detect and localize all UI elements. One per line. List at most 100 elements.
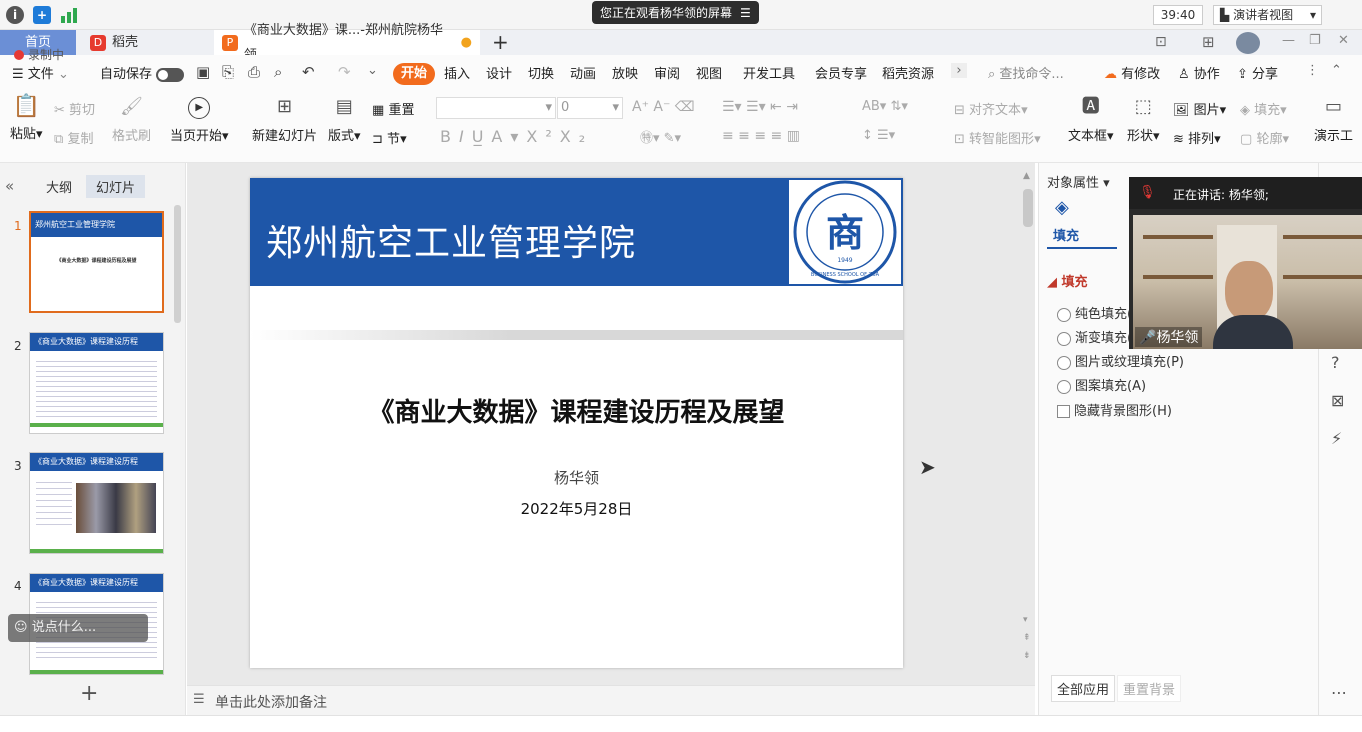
- speaker-video[interactable]: 🎙 正在讲话: 杨华领; 🎤杨华领: [1129, 177, 1362, 349]
- redo-icon[interactable]: ↷: [338, 63, 351, 81]
- slide-thumbnail-1[interactable]: 郑州航空工业管理学院 《商业大数据》课程建设历程及展望: [29, 211, 164, 313]
- info-icon[interactable]: i: [6, 6, 24, 24]
- slide-title[interactable]: 《商业大数据》课程建设历程及展望: [250, 392, 903, 429]
- toggle-switch[interactable]: [156, 67, 185, 82]
- add-slide-button[interactable]: +: [80, 681, 98, 706]
- text-format-icons[interactable]: BIU̲A▾X²X₂: [440, 127, 593, 146]
- present-tools-button[interactable]: ▭ 演示工: [1314, 97, 1353, 145]
- arrange-button[interactable]: ≋ 排列▾: [1173, 128, 1221, 147]
- new-slide-button[interactable]: ⊞ 新建幻灯片: [252, 97, 317, 145]
- menu-item-daoke-resources[interactable]: 稻壳资源: [882, 63, 934, 82]
- reset-button[interactable]: ▦ 重置: [372, 99, 414, 118]
- align-text-button[interactable]: ⊟ 对齐文本▾: [954, 99, 1028, 118]
- slide-date[interactable]: 2022年5月28日: [250, 498, 903, 519]
- page-nav-icons[interactable]: ▾ ⇞ ⇟: [1023, 611, 1031, 665]
- picture-button[interactable]: 🖼 图片▾: [1173, 99, 1226, 118]
- close-icon[interactable]: ✕: [1338, 33, 1349, 48]
- undo-icon[interactable]: ↶: [302, 63, 315, 81]
- collapse-ribbon-icon[interactable]: ⌃: [1331, 63, 1342, 78]
- menu-item-member[interactable]: 会员专享: [815, 63, 867, 82]
- file-menu[interactable]: ☰ 文件 ⌄: [12, 63, 69, 82]
- format-brush-button[interactable]: 🖌 格式刷: [112, 97, 151, 145]
- object-properties-title[interactable]: 对象属性 ▾: [1047, 172, 1110, 191]
- paste-button[interactable]: 📋 粘贴▾: [10, 96, 43, 143]
- collapse-panel-icon[interactable]: «: [5, 177, 14, 195]
- notes-bar[interactable]: ☰ 单击此处添加备注: [187, 685, 1035, 715]
- fill-bucket-icon[interactable]: ◈: [1055, 197, 1069, 218]
- tab-document[interactable]: P 《商业大数据》课...-郑州航院杨华领 ●: [214, 23, 480, 63]
- menu-scroll-right-icon[interactable]: ›: [951, 63, 967, 78]
- font-family-select[interactable]: ▾: [436, 97, 556, 119]
- new-tab-button[interactable]: +: [484, 30, 517, 55]
- slide-author[interactable]: 杨华领: [250, 467, 903, 488]
- signal-icon[interactable]: [60, 6, 78, 24]
- apply-all-button[interactable]: 全部应用: [1051, 675, 1116, 702]
- shape-button[interactable]: ⬚ 形状▾: [1127, 97, 1160, 145]
- help-icon[interactable]: ?: [1331, 353, 1340, 372]
- fill-section-header[interactable]: ◢ 填充: [1047, 271, 1088, 290]
- export-icon[interactable]: ⎘: [222, 63, 234, 81]
- font-grow-icon[interactable]: A⁺ A⁻ ⌫: [632, 99, 695, 115]
- menu-item-design[interactable]: 设计: [486, 63, 512, 82]
- print-preview-icon[interactable]: ⌕: [274, 63, 282, 81]
- line-spacing-icons[interactable]: ↕ ☰▾: [862, 128, 895, 143]
- outline-button[interactable]: ▢ 轮廓▾: [1240, 128, 1289, 147]
- menu-item-insert[interactable]: 插入: [444, 63, 470, 82]
- panel-scrollbar[interactable]: [174, 205, 181, 323]
- layout-icon[interactable]: ⊡: [1155, 34, 1167, 50]
- list-icons[interactable]: ☰▾ ☰▾ ⇤ ⇥: [722, 99, 798, 115]
- tab-slides[interactable]: 幻灯片: [86, 175, 146, 198]
- fill-option-picture[interactable]: 图片或纹理填充(P): [1057, 351, 1184, 370]
- slide-thumbnail-2[interactable]: 《商业大数据》课程建设历程: [29, 332, 164, 434]
- tab-outline[interactable]: 大纲: [46, 177, 72, 196]
- char-spacing-icon[interactable]: ㊕▾ ✎▾: [640, 127, 681, 146]
- more-options-icon[interactable]: ⋮: [1306, 63, 1319, 78]
- has-changes-button[interactable]: ☁ 有修改: [1104, 63, 1160, 82]
- restore-icon[interactable]: ❐: [1309, 33, 1321, 48]
- scroll-up-icon[interactable]: ▲: [1023, 171, 1033, 183]
- hide-bg-checkbox[interactable]: 隐藏背景图形(H): [1057, 400, 1172, 419]
- tab-daoke[interactable]: D 稻壳: [82, 30, 210, 55]
- more-chevron-icon[interactable]: ⌄: [367, 63, 378, 78]
- layout-button[interactable]: ▤ 版式▾: [328, 97, 361, 145]
- comment-input[interactable]: ☺ 说点什么...: [8, 614, 148, 642]
- fill-tab[interactable]: 填充: [1053, 225, 1079, 244]
- menu-item-view[interactable]: 视图: [696, 63, 722, 82]
- autosave-toggle[interactable]: 自动保存: [100, 63, 185, 82]
- slide[interactable]: 郑州航空工业管理学院 商 1949 BUSINESS SCHOOL OF ZUA…: [250, 178, 903, 668]
- collab-button[interactable]: ♙ 协作: [1178, 63, 1220, 82]
- text-direction-icons[interactable]: AB▾ ⇅▾: [862, 99, 908, 114]
- convert-smartart-button[interactable]: ⊡ 转智能图形▾: [954, 128, 1041, 147]
- slide-thumbnail-3[interactable]: 《商业大数据》课程建设历程: [29, 452, 164, 554]
- apps-grid-icon[interactable]: ⊞: [1202, 33, 1215, 51]
- share-button[interactable]: ⇪ 分享: [1237, 63, 1278, 82]
- cut-button[interactable]: ✂ 剪切: [54, 99, 95, 118]
- section-button[interactable]: ⊐ 节▾: [372, 128, 407, 147]
- image-edit-icon[interactable]: ⊠: [1331, 391, 1344, 410]
- play-from-current-button[interactable]: ▶ 当页开始▾: [170, 97, 229, 144]
- menu-item-animation[interactable]: 动画: [570, 63, 596, 82]
- font-size-select[interactable]: 0 ▾: [557, 97, 623, 119]
- screen-share-banner[interactable]: 您正在观看杨华领的屏幕 ☰: [592, 1, 759, 24]
- more-icon[interactable]: ⋯: [1331, 683, 1347, 702]
- menu-item-review[interactable]: 审阅: [654, 63, 680, 82]
- fill-button[interactable]: ◈ 填充▾: [1240, 99, 1287, 118]
- shield-icon[interactable]: +: [33, 6, 51, 24]
- presenter-view-select[interactable]: ▙ 演讲者视图 ▾: [1213, 5, 1322, 25]
- command-search[interactable]: ⌕ 查找命令...: [988, 63, 1064, 82]
- menu-item-developer[interactable]: 开发工具: [743, 63, 795, 82]
- fill-option-pattern[interactable]: 图案填充(A): [1057, 375, 1146, 394]
- canvas-scrollbar[interactable]: [1023, 189, 1033, 227]
- align-icons[interactable]: ≡ ≡ ≡ ≡ ▥: [722, 128, 800, 144]
- textbox-button[interactable]: 🅰 文本框▾: [1068, 97, 1114, 145]
- avatar[interactable]: [1236, 32, 1260, 54]
- menu-item-transition[interactable]: 切换: [528, 63, 554, 82]
- reset-background-button[interactable]: 重置背景: [1117, 675, 1182, 702]
- lightning-icon[interactable]: ⚡: [1331, 429, 1342, 448]
- print-icon[interactable]: ⎙: [248, 63, 260, 81]
- menu-item-slideshow[interactable]: 放映: [612, 63, 638, 82]
- menu-lines-icon[interactable]: ☰: [740, 6, 751, 20]
- minimize-icon[interactable]: —: [1282, 33, 1295, 48]
- save-icon[interactable]: ▣: [196, 63, 210, 81]
- menu-item-start[interactable]: 开始: [393, 63, 435, 85]
